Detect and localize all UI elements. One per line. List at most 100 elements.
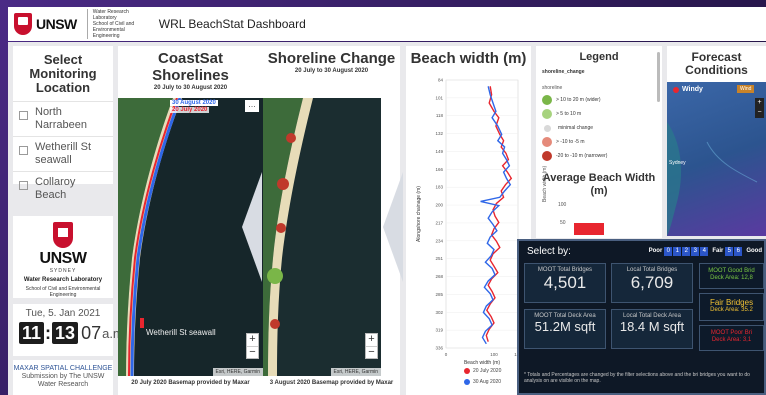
good-sub: Deck Area: 12,8 <box>710 275 753 281</box>
zoom-out-button[interactable]: − <box>366 346 377 358</box>
legend-item-label: > 10 to 20 m (wider) <box>556 97 601 103</box>
clock-panel: Tue, 5. Jan 2021 11 : 13 07 a.m. <box>13 304 127 356</box>
bridges-dashboard: Select by: Poor 0 1 2 3 4 Fair 5 6 Good … <box>517 239 766 395</box>
page-title: WRL BeachStat Dashboard <box>158 17 306 31</box>
filter-poor-label: Poor <box>648 248 663 254</box>
avg-width-title: Average Beach Width (m) <box>542 172 656 197</box>
panel-collapse-chevron-icon[interactable] <box>381 172 405 282</box>
moot-deck-area-card: MOOT Total Deck Area 51.2M sqft <box>524 309 606 349</box>
filter-chip[interactable]: 0 <box>664 246 673 256</box>
coastline <box>667 122 758 236</box>
panel-collapse-chevron-icon[interactable] <box>240 172 264 282</box>
shoreline-change-imagery <box>263 98 381 376</box>
legend-swatch-jul <box>464 368 470 374</box>
y-tick-label: 183 <box>435 185 443 190</box>
more-options-button[interactable]: … <box>245 100 259 112</box>
unsw-logo-panel: UNSW SYDNEY Water Research Laboratory Sc… <box>13 216 113 298</box>
poor-label: MOOT Poor Bri <box>710 330 753 336</box>
change-marker-narrower[interactable] <box>270 319 280 329</box>
y-tick-label: 166 <box>435 167 443 172</box>
local-total-bridges-card: Local Total Bridges 6,709 <box>611 263 693 303</box>
dashboard: Select Monitoring Location North Narrabe… <box>8 42 766 395</box>
windy-map[interactable]: Windy Wind + − Sydney <box>667 82 766 236</box>
minimal-change-dot-icon <box>544 124 551 132</box>
y-tick-label: 319 <box>435 328 443 333</box>
legend-item: minimal change <box>542 121 662 135</box>
shoreline-change-caption: 3 August 2020 Basemap provided by Maxar <box>269 380 394 386</box>
logo-sydney: SYDNEY <box>49 268 77 274</box>
card-label: Local Total Bridges <box>626 267 678 273</box>
wider-circle-icon <box>542 95 552 105</box>
change-marker-narrower[interactable] <box>277 178 289 190</box>
location-label: North Narrabeen <box>35 106 87 131</box>
x-axis-label: Beach width (m) <box>464 360 500 366</box>
filter-fair-label: Fair <box>712 248 724 254</box>
wind-badge[interactable]: Wind <box>737 85 755 93</box>
shoreline-change-map[interactable]: + − Esri, HERE, Garmin <box>263 98 381 376</box>
filter-chip[interactable]: 5 <box>725 246 734 256</box>
legend-scrollbar[interactable] <box>657 52 660 102</box>
map-attribution: Esri, HERE, Garmin <box>330 368 381 376</box>
windy-logo-icon <box>673 86 679 93</box>
location-item-wetherill-st-seawall[interactable]: Wetherill St seawall <box>13 136 113 171</box>
shoreline-change-subtitle: 20 July to 30 August 2020 <box>294 68 369 74</box>
change-marker-wider[interactable] <box>267 268 283 284</box>
coastsat-zoom-control: + − <box>246 333 259 359</box>
checkbox[interactable] <box>19 181 28 190</box>
forecast-panel: Forecast Conditions Windy Wind + − Sydney <box>667 46 766 236</box>
zoom-out-button[interactable]: − <box>247 346 258 358</box>
windy-zoom[interactable]: + − <box>755 98 764 118</box>
good-label: MOOT Good Brid <box>708 268 755 274</box>
location-item-collaroy-beach[interactable]: Collaroy Beach <box>13 171 113 206</box>
x-tick-label: 0 <box>445 352 448 357</box>
unsw-crest-icon <box>53 222 73 248</box>
filter-chip[interactable]: 3 <box>691 246 700 256</box>
filter-chip[interactable]: 2 <box>682 246 691 256</box>
label-jul: 20 July 2020 <box>170 107 210 113</box>
fair-label: Fair Bridges <box>709 298 754 307</box>
location-item-north-narrabeen[interactable]: North Narrabeen <box>13 101 113 136</box>
zoom-in-button[interactable]: + <box>247 334 258 346</box>
zoom-in-button[interactable]: + <box>366 334 377 346</box>
checkbox[interactable] <box>19 146 28 155</box>
avg-width-panel: Average Beach Width (m) 100 50 Beach wid… <box>536 165 662 238</box>
current-date: Tue, 5. Jan 2021 <box>25 308 101 319</box>
filter-chip[interactable]: 6 <box>734 246 743 256</box>
filter-chip[interactable]: 1 <box>673 246 682 256</box>
beach-width-title: Beach width (m) <box>410 50 527 67</box>
y-tick-label: 285 <box>435 292 443 297</box>
change-marker-narrower[interactable] <box>286 133 296 143</box>
unsw-crest-icon <box>14 13 32 35</box>
legend-label: 30 Aug 2020 <box>473 379 502 385</box>
logo-lab: Water Research Laboratory <box>23 277 103 283</box>
change-marker-narrower[interactable] <box>276 223 286 233</box>
legend-aug: 30 Aug 2020 <box>464 379 501 385</box>
moot-total-bridges-card: MOOT Total Bridges 4,501 <box>524 263 606 303</box>
windy-label: Windy <box>682 86 703 93</box>
y-tick-label: 200 <box>435 203 443 208</box>
header-lab-school: School of Civil and Environmental Engine… <box>92 21 135 39</box>
clock-hours: 11 <box>19 322 45 344</box>
avg-ylabel: Beach width (m) <box>542 165 548 202</box>
filter-controls: Poor 0 1 2 3 4 Fair 5 6 Good <box>646 246 764 256</box>
select-location-title: Select Monitoring Location <box>29 52 97 95</box>
bridges-footnote: * Totals and Percentages are changed by … <box>524 372 750 384</box>
place-label: Sydney <box>669 160 686 166</box>
poor-sub: Deck Area: 3,1 <box>711 337 752 343</box>
legend-item: > 5 to 10 m <box>542 107 662 121</box>
logo-unsw: UNSW <box>39 250 87 267</box>
bridges-filter-bar: Select by: Poor 0 1 2 3 4 Fair 5 6 Good <box>519 241 764 261</box>
checkbox[interactable] <box>19 111 28 120</box>
legend-item-label: minimal change <box>558 125 594 131</box>
shoreline-change-title: Shoreline Change <box>267 50 396 67</box>
filter-chip[interactable]: 4 <box>700 246 709 256</box>
location-label: Collaroy Beach <box>35 176 76 201</box>
map-attribution: Esri, HERE, Garmin <box>212 368 263 376</box>
y-tick-label: 149 <box>435 149 443 154</box>
y-tick-label: 336 <box>435 346 443 351</box>
avg-width-bar <box>574 223 604 235</box>
y-tick-label: 101 <box>435 95 443 100</box>
coastsat-caption: 20 July 2020 Basemap provided by Maxar <box>131 380 250 386</box>
good-bridges-card: MOOT Good Brid Deck Area: 12,8 <box>699 263 764 289</box>
local-deck-area-card: Local Total Deck Area 18.4 M sqft <box>611 309 693 349</box>
